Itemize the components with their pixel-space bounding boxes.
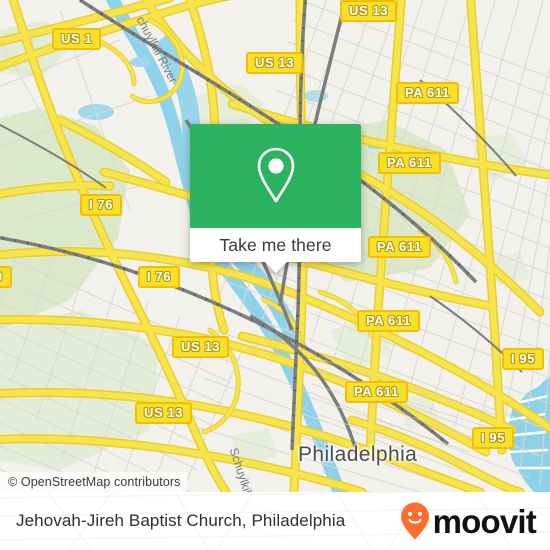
moovit-pin-icon — [400, 502, 429, 540]
footer-bar: Jehovah-Jireh Baptist Church, Philadelph… — [0, 492, 550, 550]
place-title: Jehovah-Jireh Baptist Church, Philadelph… — [16, 511, 346, 530]
callout-icon-panel — [190, 124, 361, 228]
map-pin-icon — [257, 147, 294, 203]
shield-us-13-b[interactable]: US 13 — [340, 0, 398, 22]
shield-us-13-a[interactable]: US 13 — [246, 52, 304, 74]
city-label-philadelphia: Philadelphia — [298, 443, 418, 466]
shield-i-95-a[interactable]: I 95 — [502, 348, 545, 370]
shield-pa-611-d[interactable]: PA 611 — [357, 310, 420, 332]
take-me-there-callout[interactable]: Take me there — [190, 124, 361, 273]
callout-tail — [264, 262, 287, 273]
moovit-wordmark: moovit — [432, 502, 537, 540]
shield-us-1[interactable]: US 1 — [52, 28, 102, 50]
moovit-logo[interactable]: moovit — [399, 501, 537, 541]
callout-action-panel[interactable]: Take me there — [190, 228, 361, 273]
shield-i-76-b[interactable]: I 76 — [138, 266, 181, 288]
shield-pa-611-c[interactable]: PA 611 — [368, 236, 431, 258]
shield-pa-611-e[interactable]: PA 611 — [345, 381, 408, 403]
take-me-there-label: Take me there — [219, 234, 332, 255]
osm-attribution[interactable]: © OpenStreetMap contributors — [0, 472, 187, 492]
moovit-place-card: chuylkill River Schuylkill River Philade… — [0, 0, 550, 550]
shield-us-13-c[interactable]: US 13 — [172, 336, 230, 358]
shield-us-13-d[interactable]: US 13 — [135, 402, 193, 424]
shield-pa-611-a[interactable]: PA 611 — [396, 82, 459, 104]
shield-edge-clipped[interactable]: 0 — [0, 266, 12, 288]
shield-pa-611-b[interactable]: PA 611 — [378, 152, 441, 174]
shield-i-76-a[interactable]: I 76 — [80, 194, 123, 216]
shield-i-95-b[interactable]: I 95 — [472, 427, 515, 449]
